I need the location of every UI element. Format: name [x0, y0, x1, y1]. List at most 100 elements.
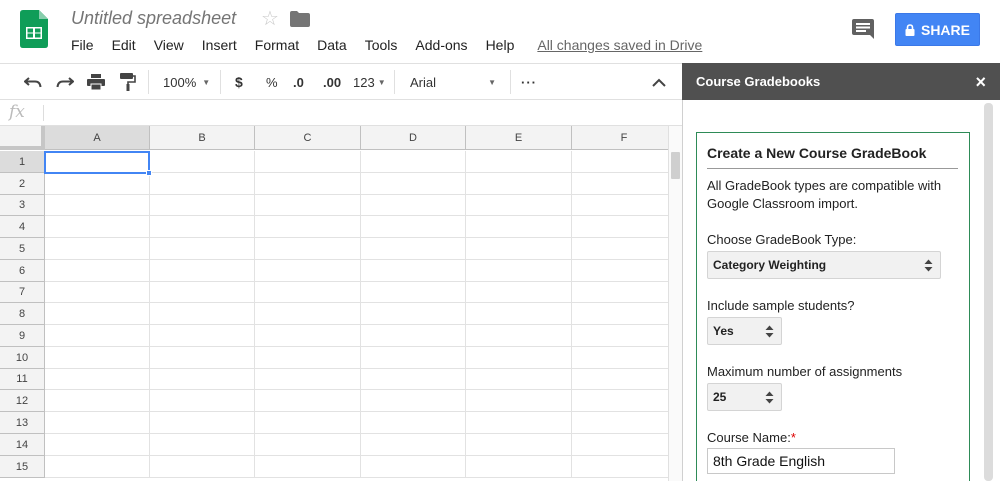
- cell-b2[interactable]: [150, 173, 255, 195]
- row-header-5[interactable]: 5: [0, 238, 45, 260]
- cell-a5[interactable]: [45, 238, 150, 260]
- share-button[interactable]: SHARE: [895, 13, 980, 46]
- cell-c14[interactable]: [255, 434, 361, 456]
- row-header-10[interactable]: 10: [0, 347, 45, 369]
- row-header-3[interactable]: 3: [0, 195, 45, 216]
- cell-c15[interactable]: [255, 456, 361, 478]
- cell-b3[interactable]: [150, 195, 255, 216]
- cell-f3[interactable]: [572, 195, 668, 216]
- currency-format-button[interactable]: $: [235, 64, 243, 100]
- collapse-toolbar-button[interactable]: [652, 64, 666, 100]
- cell-e7[interactable]: [466, 282, 572, 303]
- cell-a13[interactable]: [45, 412, 150, 434]
- cell-c4[interactable]: [255, 216, 361, 238]
- star-icon[interactable]: ☆: [261, 6, 279, 31]
- course-name-input[interactable]: 8th Grade English: [707, 448, 895, 474]
- cell-c3[interactable]: [255, 195, 361, 216]
- cell-b13[interactable]: [150, 412, 255, 434]
- row-header-4[interactable]: 4: [0, 216, 45, 238]
- cell-e14[interactable]: [466, 434, 572, 456]
- cell-c2[interactable]: [255, 173, 361, 195]
- column-header-b[interactable]: B: [150, 126, 255, 150]
- cell-f6[interactable]: [572, 260, 668, 282]
- cell-e3[interactable]: [466, 195, 572, 216]
- menu-data[interactable]: Data: [308, 36, 356, 56]
- cell-b4[interactable]: [150, 216, 255, 238]
- cell-f2[interactable]: [572, 173, 668, 195]
- cell-e11[interactable]: [466, 369, 572, 390]
- cell-f10[interactable]: [572, 347, 668, 369]
- cell-d8[interactable]: [361, 303, 466, 325]
- sample-students-select[interactable]: Yes: [707, 317, 782, 345]
- menu-help[interactable]: Help: [477, 36, 524, 56]
- menu-file[interactable]: File: [62, 36, 103, 56]
- menu-view[interactable]: View: [145, 36, 193, 56]
- cell-b14[interactable]: [150, 434, 255, 456]
- cell-a15[interactable]: [45, 456, 150, 478]
- menu-insert[interactable]: Insert: [193, 36, 246, 56]
- column-header-c[interactable]: C: [255, 126, 361, 150]
- cell-f14[interactable]: [572, 434, 668, 456]
- cell-e10[interactable]: [466, 347, 572, 369]
- close-icon[interactable]: ×: [975, 72, 986, 93]
- folder-icon[interactable]: [290, 11, 310, 27]
- cell-e12[interactable]: [466, 390, 572, 412]
- cell-b9[interactable]: [150, 325, 255, 347]
- comment-icon[interactable]: [852, 19, 874, 39]
- cell-f8[interactable]: [572, 303, 668, 325]
- cell-a8[interactable]: [45, 303, 150, 325]
- column-header-a[interactable]: A: [45, 126, 150, 150]
- cell-d4[interactable]: [361, 216, 466, 238]
- menu-add-ons[interactable]: Add-ons: [406, 36, 476, 56]
- cell-f12[interactable]: [572, 390, 668, 412]
- menu-tools[interactable]: Tools: [356, 36, 407, 56]
- column-header-f[interactable]: F: [572, 126, 668, 150]
- column-header-e[interactable]: E: [466, 126, 572, 150]
- document-title[interactable]: Untitled spreadsheet: [71, 8, 236, 29]
- increase-decimal-button[interactable]: .00: [323, 64, 341, 100]
- cell-d15[interactable]: [361, 456, 466, 478]
- cell-e5[interactable]: [466, 238, 572, 260]
- cell-a11[interactable]: [45, 369, 150, 390]
- redo-button[interactable]: [56, 64, 74, 100]
- cell-c10[interactable]: [255, 347, 361, 369]
- cell-d13[interactable]: [361, 412, 466, 434]
- active-cell-a1[interactable]: [44, 151, 152, 176]
- cell-f1[interactable]: [572, 151, 668, 173]
- cell-f9[interactable]: [572, 325, 668, 347]
- column-header-d[interactable]: D: [361, 126, 466, 150]
- cell-d5[interactable]: [361, 238, 466, 260]
- cell-a4[interactable]: [45, 216, 150, 238]
- cell-e1[interactable]: [466, 151, 572, 173]
- row-header-11[interactable]: 11: [0, 369, 45, 390]
- gradebook-type-select[interactable]: Category Weighting: [707, 251, 941, 279]
- cell-d7[interactable]: [361, 282, 466, 303]
- cell-b10[interactable]: [150, 347, 255, 369]
- cell-c13[interactable]: [255, 412, 361, 434]
- paint-format-button[interactable]: [120, 64, 136, 100]
- fill-handle[interactable]: [146, 170, 152, 176]
- cell-e13[interactable]: [466, 412, 572, 434]
- cell-c7[interactable]: [255, 282, 361, 303]
- grid-vertical-scrollbar[interactable]: [668, 126, 682, 481]
- grid-scrollbar-thumb[interactable]: [671, 152, 680, 179]
- cell-d6[interactable]: [361, 260, 466, 282]
- number-format-select[interactable]: 123 ▼: [353, 64, 386, 100]
- cell-d14[interactable]: [361, 434, 466, 456]
- cell-b11[interactable]: [150, 369, 255, 390]
- cell-c12[interactable]: [255, 390, 361, 412]
- cell-b12[interactable]: [150, 390, 255, 412]
- cell-a3[interactable]: [45, 195, 150, 216]
- cell-c5[interactable]: [255, 238, 361, 260]
- cell-b5[interactable]: [150, 238, 255, 260]
- select-all-corner[interactable]: [0, 126, 45, 150]
- cell-e4[interactable]: [466, 216, 572, 238]
- cell-d9[interactable]: [361, 325, 466, 347]
- cell-b1[interactable]: [150, 151, 255, 173]
- cell-c9[interactable]: [255, 325, 361, 347]
- row-header-15[interactable]: 15: [0, 456, 45, 478]
- cell-d1[interactable]: [361, 151, 466, 173]
- cell-e8[interactable]: [466, 303, 572, 325]
- cell-e9[interactable]: [466, 325, 572, 347]
- menu-edit[interactable]: Edit: [103, 36, 145, 56]
